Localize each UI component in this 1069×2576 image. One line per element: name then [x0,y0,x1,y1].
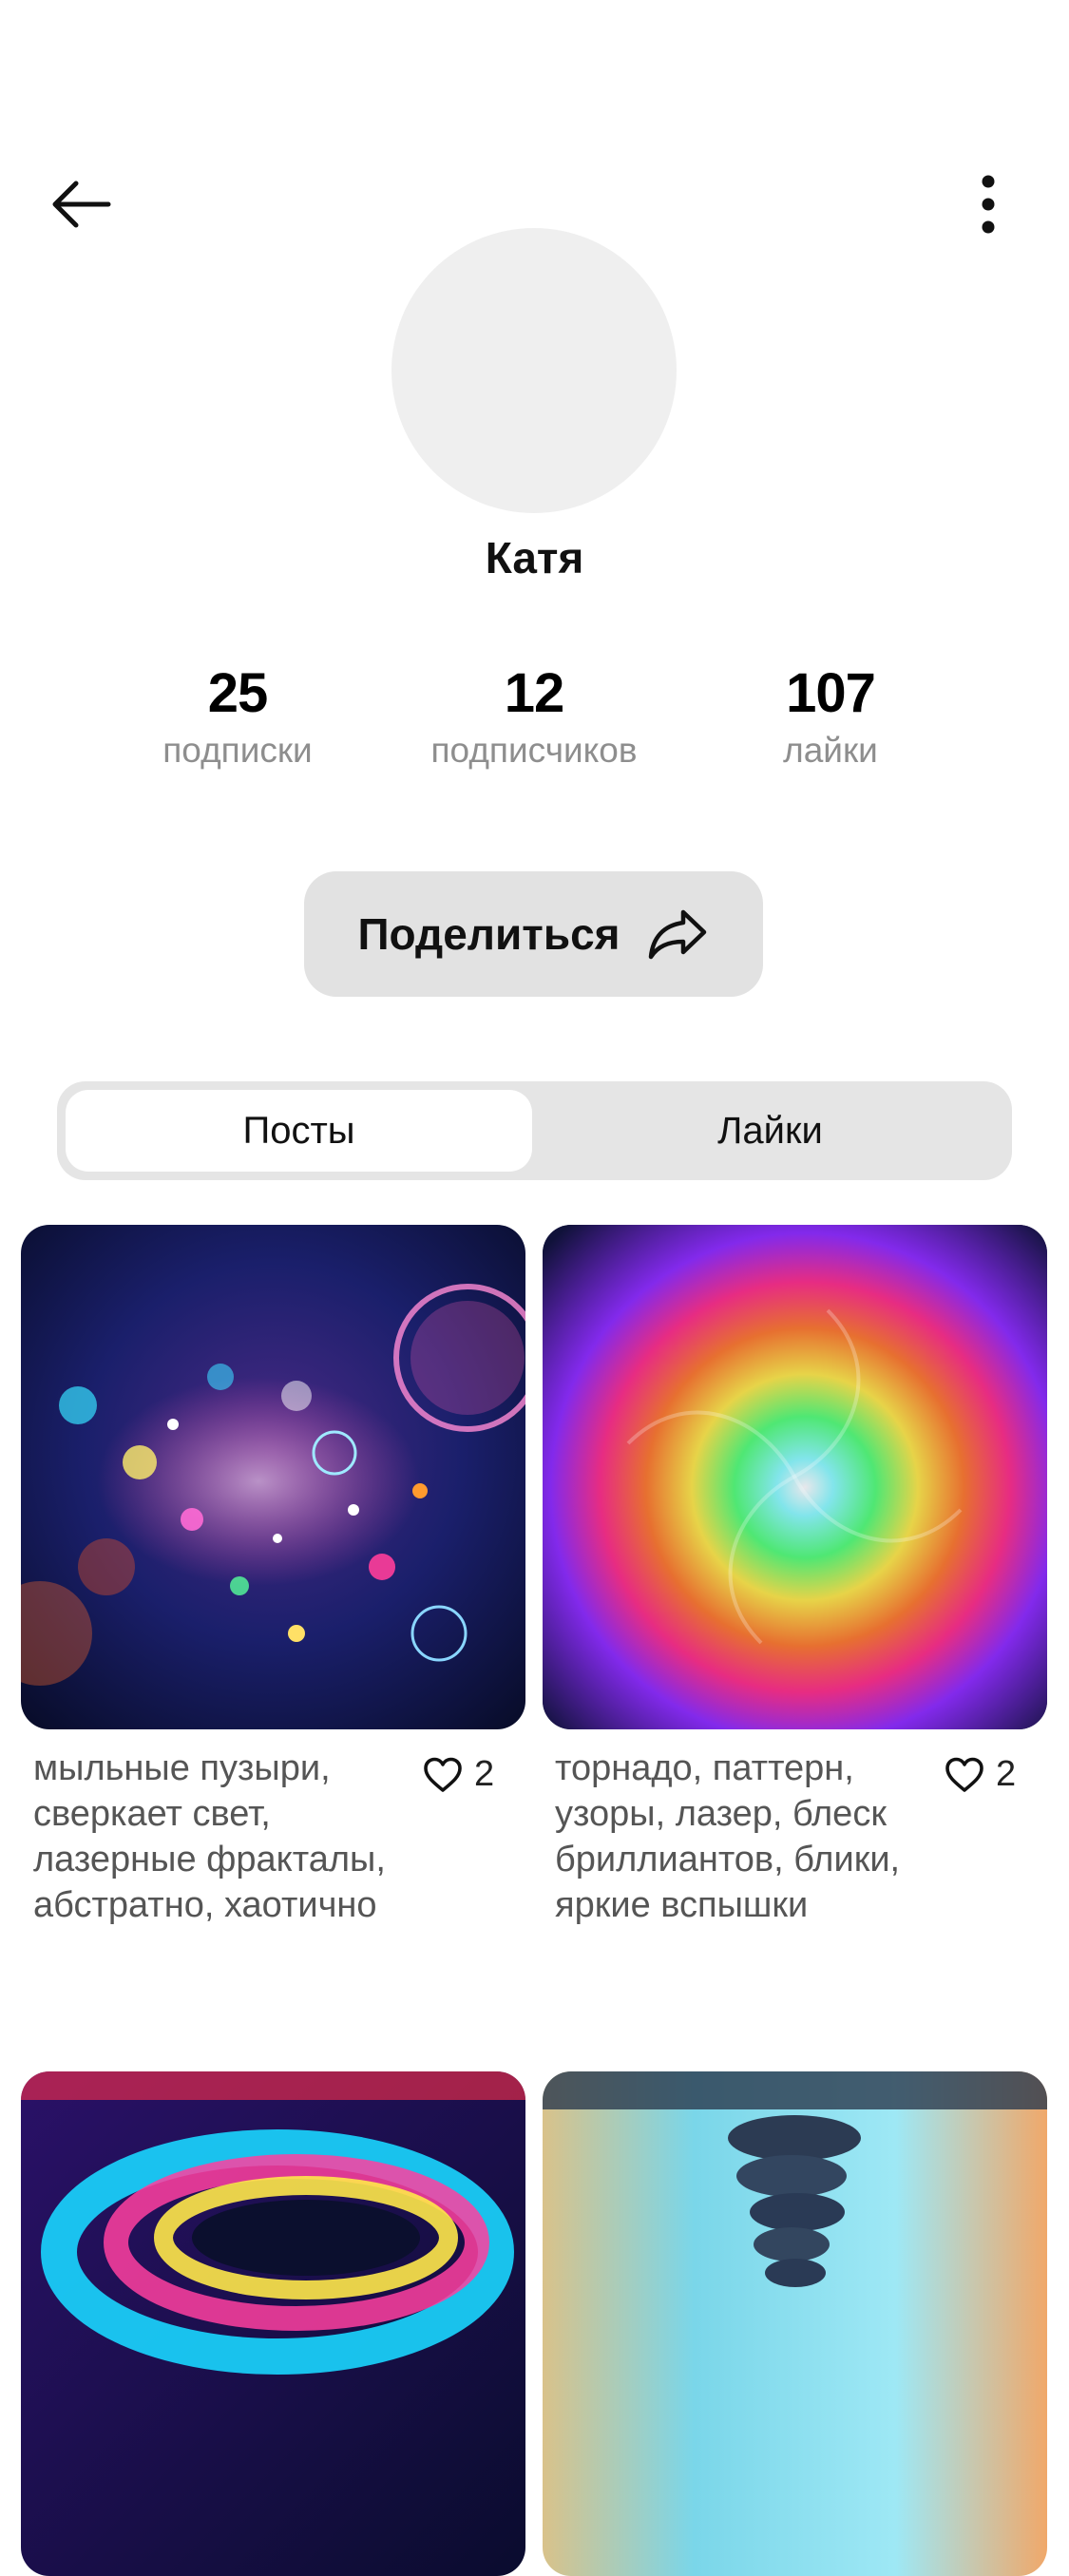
post-image-swirl[interactable] [21,2071,525,2576]
tab-likes[interactable]: Лайки [537,1090,1003,1172]
stat-value: 12 [504,662,565,724]
heart-outline-icon [424,1757,462,1792]
arrow-left-icon [52,181,111,228]
stat-label: подписки [162,731,313,770]
tab-bar: Посты Лайки [57,1081,1012,1180]
stat-followers[interactable]: 12 подписчиков [391,660,677,773]
post-caption: мыльные пузыри, сверкает свет, лазерные … [33,1748,386,1925]
post-like-count: 2 [996,1754,1017,1794]
avatar[interactable] [391,228,677,513]
tab-posts[interactable]: Посты [66,1090,532,1172]
stat-subscriptions[interactable]: 25 подписки [95,660,380,773]
heart-outline-icon [945,1757,983,1792]
more-options-button[interactable] [945,162,1031,247]
stat-likes[interactable]: 107 лайки [688,660,973,773]
post-image-bubbles[interactable] [21,1225,525,1729]
profile-name: Катя [485,533,584,582]
back-button[interactable] [38,162,124,247]
post-image-tornado[interactable] [543,1225,1047,1729]
post-caption: торнадо, паттерн, узоры, лазер, блеск бр… [555,1748,901,1925]
post-image-stones[interactable] [543,2071,1047,2576]
more-vertical-icon [982,175,995,234]
post-like-button[interactable]: 2 [423,1754,494,1795]
stat-value: 25 [207,662,269,724]
share-button[interactable]: Поделиться [304,871,763,997]
stat-label: подписчиков [430,731,638,770]
share-label: Поделиться [357,909,620,959]
stat-label: лайки [783,731,878,770]
stat-value: 107 [786,662,876,724]
share-arrow-icon [648,909,706,960]
post-like-count: 2 [474,1754,495,1794]
post-like-button[interactable]: 2 [945,1754,1016,1795]
